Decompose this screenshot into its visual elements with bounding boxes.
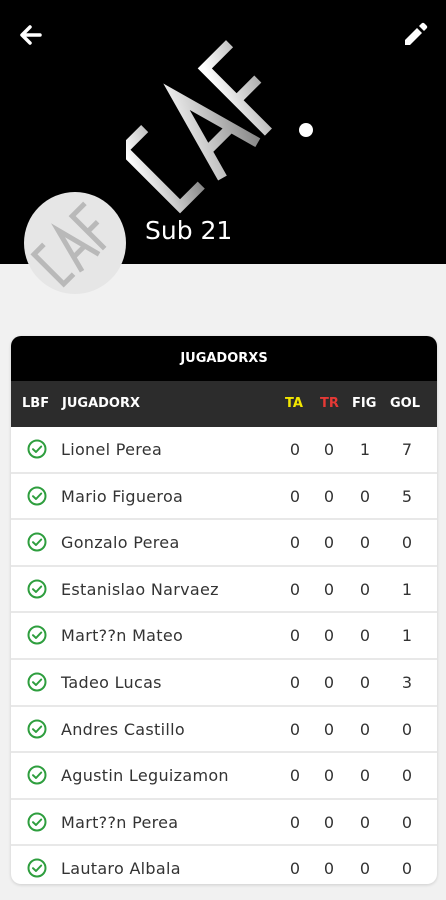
column-tr: TR	[320, 396, 339, 411]
player-fig: 0	[359, 812, 371, 832]
player-fig: 0	[359, 672, 371, 692]
column-gol: GOL	[390, 396, 421, 411]
player-tr: 0	[323, 579, 335, 599]
player-name: Mario Figueroa	[61, 486, 184, 506]
player-gol: 0	[401, 859, 413, 879]
table-header-row: LBF JUGADORX TA TR FIG GOL	[11, 381, 437, 427]
player-ta: 0	[289, 719, 301, 739]
table-row[interactable]: Tadeo Lucas 0 0 0 3	[11, 660, 437, 707]
check-circle-icon	[27, 812, 47, 832]
check-circle-icon	[27, 765, 47, 785]
team-logo-icon	[126, 40, 313, 214]
table-row[interactable]: Estanislao Narvaez 0 0 0 1	[11, 567, 437, 614]
team-logo-icon	[30, 201, 107, 288]
player-tr: 0	[323, 719, 335, 739]
player-gol: 0	[401, 533, 413, 553]
player-tr: 0	[323, 672, 335, 692]
player-name: Estanislao Narvaez	[61, 579, 219, 599]
table-row[interactable]: Mario Figueroa 0 0 0 5	[11, 474, 437, 521]
player-fig: 0	[359, 486, 371, 506]
player-ta: 0	[289, 579, 301, 599]
table-title: JUGADORXS	[11, 336, 437, 381]
player-gol: 5	[401, 486, 413, 506]
check-circle-icon	[27, 625, 47, 645]
player-gol: 1	[401, 626, 413, 646]
check-circle-icon	[27, 719, 47, 739]
table-row[interactable]: Lautaro Albala 0 0 0 0	[11, 846, 437, 884]
player-tr: 0	[323, 486, 335, 506]
player-tr: 0	[323, 766, 335, 786]
player-tr: 0	[323, 440, 335, 459]
player-fig: 0	[359, 719, 371, 739]
player-name: Tadeo Lucas	[61, 672, 162, 692]
player-gol: 1	[401, 579, 413, 599]
player-list: Lionel Perea 0 0 1 7 Mario Figueroa 0 0 0 5 Gonzal…	[11, 427, 437, 884]
player-fig: 0	[359, 766, 371, 786]
table-row[interactable]: Gonzalo Perea 0 0 0 0	[11, 520, 437, 567]
player-fig: 0	[359, 533, 371, 553]
player-fig: 1	[359, 440, 371, 459]
team-name: Sub 21	[145, 216, 233, 245]
player-name: Mart??n Perea	[61, 812, 179, 832]
column-fig: FIG	[352, 396, 377, 411]
player-ta: 0	[289, 766, 301, 786]
table-row[interactable]: Mart??n Perea 0 0 0 0	[11, 800, 437, 847]
player-name: Andres Castillo	[61, 719, 185, 739]
player-tr: 0	[323, 812, 335, 832]
player-ta: 0	[289, 533, 301, 553]
check-circle-icon	[27, 858, 47, 878]
player-name: Agustin Leguizamon	[61, 766, 229, 786]
player-name: Gonzalo Perea	[61, 533, 180, 553]
check-circle-icon	[27, 486, 47, 506]
table-row[interactable]: Agustin Leguizamon 0 0 0 0	[11, 753, 437, 800]
player-name: Lautaro Albala	[61, 859, 181, 879]
column-ta: TA	[285, 396, 303, 411]
players-table: JUGADORXS LBF JUGADORX TA TR FIG GOL Lio…	[11, 336, 437, 884]
column-lbf: LBF	[22, 396, 50, 411]
check-circle-icon	[27, 672, 47, 692]
player-fig: 0	[359, 859, 371, 879]
player-name: Mart??n Mateo	[61, 626, 184, 646]
team-avatar	[24, 192, 126, 294]
player-gol: 7	[401, 440, 413, 459]
check-circle-icon	[27, 439, 47, 459]
player-ta: 0	[289, 486, 301, 506]
player-tr: 0	[323, 533, 335, 553]
player-ta: 0	[289, 859, 301, 879]
player-ta: 0	[289, 812, 301, 832]
player-fig: 0	[359, 579, 371, 599]
check-circle-icon	[27, 532, 47, 552]
player-gol: 3	[401, 672, 413, 692]
player-name: Lionel Perea	[61, 440, 163, 459]
player-gol: 0	[401, 812, 413, 832]
player-ta: 0	[289, 626, 301, 646]
player-ta: 0	[289, 672, 301, 692]
player-tr: 0	[323, 859, 335, 879]
player-gol: 0	[401, 719, 413, 739]
back-button[interactable]	[16, 20, 46, 50]
player-fig: 0	[359, 626, 371, 646]
table-row[interactable]: Andres Castillo 0 0 0 0	[11, 707, 437, 754]
table-row[interactable]: Lionel Perea 0 0 1 7	[11, 427, 437, 474]
table-row[interactable]: Mart??n Mateo 0 0 0 1	[11, 613, 437, 660]
pencil-icon	[405, 22, 428, 45]
edit-button[interactable]	[400, 20, 430, 50]
player-ta: 0	[289, 440, 301, 459]
column-player: JUGADORX	[62, 396, 140, 411]
player-gol: 0	[401, 766, 413, 786]
arrow-left-icon	[20, 25, 42, 45]
player-tr: 0	[323, 626, 335, 646]
check-circle-icon	[27, 579, 47, 599]
